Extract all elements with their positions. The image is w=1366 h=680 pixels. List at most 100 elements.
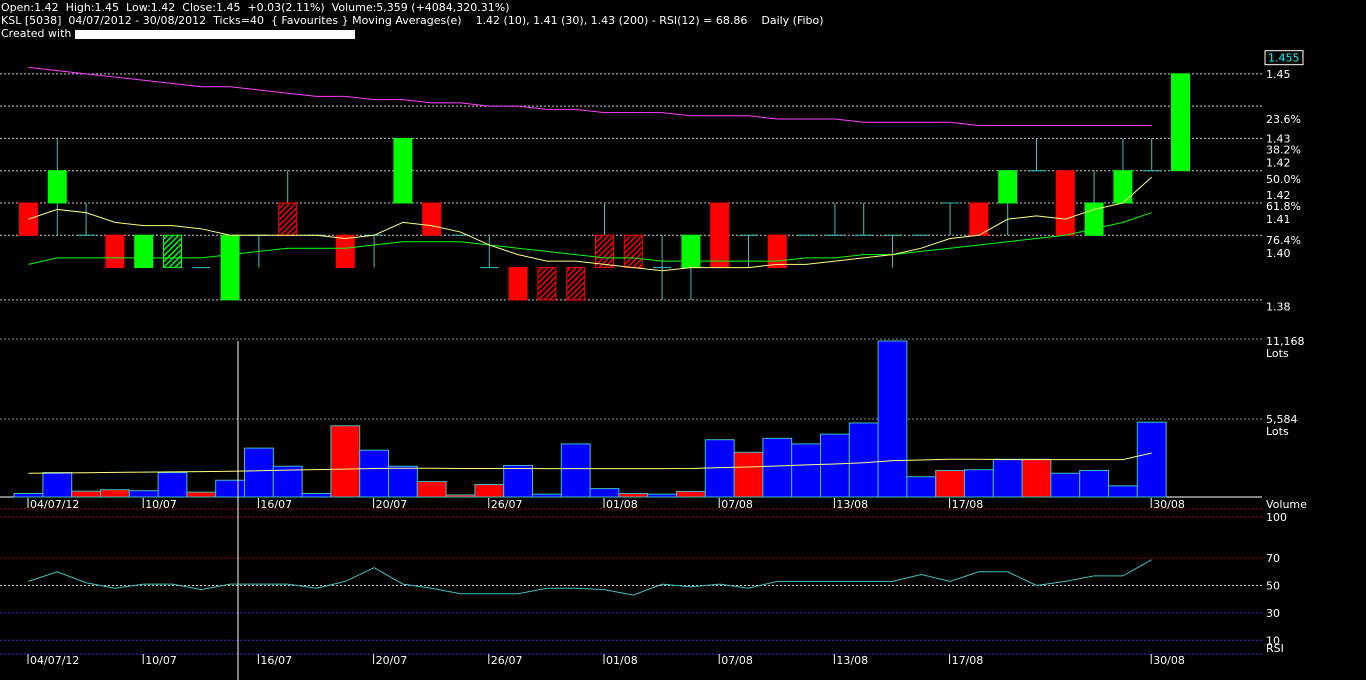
candle-down [422,202,442,236]
volume-bar [128,490,159,498]
volume-bar [820,433,850,498]
price-axis-label: 76.4% [1266,234,1301,247]
price-axis-label: 1.40 [1266,247,1291,260]
volume-bar [244,447,274,498]
date-label: 04/07/12 [30,654,79,667]
date-label: 13/08 [836,654,868,667]
volume-bar [935,469,966,498]
candle-down [278,202,298,236]
volume-bar [13,493,44,498]
volume-bar [157,472,188,498]
candle-down [767,234,787,269]
date-label: 10/07 [145,498,177,511]
volume-bar [42,472,73,498]
candle-up [220,234,240,301]
date-label: 01/08 [606,498,638,511]
date-label: 26/07 [491,498,523,511]
date-label: 07/08 [721,654,753,667]
rsi-line [28,559,1152,596]
price-axis-label: 38.2% [1266,144,1301,157]
current-price-label: 1.455 [1268,52,1300,65]
date-label: 20/07 [376,498,408,511]
candle-down [969,202,989,236]
volume-bar [330,425,361,498]
date-label: 30/08 [1153,498,1185,511]
ma200-line [28,66,1152,126]
date-label: 10/07 [145,654,177,667]
volume-bar [791,443,822,498]
date-label: 16/07 [260,498,292,511]
candle-up [134,234,154,269]
price-axis-label: 61.8% [1266,200,1301,213]
price-axis-label: 1.41 [1266,213,1291,226]
volume-bar [532,493,562,498]
rsi-axis-label: 100 [1266,511,1287,524]
candle-down [537,267,557,301]
price-axis-label: 1.45 [1266,68,1291,81]
candle-down [566,267,586,301]
candle-down [710,202,730,269]
volume-bar [676,490,706,498]
price-axis-label: 1.42 [1266,157,1291,170]
date-label: 20/07 [376,654,408,667]
volume-bar [848,422,879,498]
volume-bar [560,443,591,498]
volume-bar [647,493,678,498]
candle-down [595,234,614,269]
volume-bar [388,465,418,498]
date-label: 26/07 [491,654,523,667]
volume-bar [877,340,908,498]
volume-bar [1021,458,1052,498]
volume-bar [186,491,217,498]
candle-up [681,234,701,269]
date-label: 30/08 [1153,654,1185,667]
candle-down [508,267,528,301]
candle-up [1171,73,1190,172]
volume-bar [215,479,245,498]
candle-up [47,170,67,204]
candle-up [163,234,182,269]
volume-bar [100,489,130,498]
volume-bar [906,476,937,498]
candle-up [998,170,1018,204]
rsi-axis-label: 50 [1266,580,1280,593]
candle-down [105,234,125,269]
date-label: 13/08 [836,498,868,511]
candle-up [393,137,413,204]
volume-bar [1108,485,1138,498]
volume-bar [71,490,101,498]
candle-down [623,234,643,269]
candle-up [1113,170,1133,204]
price-axis-label: 23.6% [1266,113,1301,126]
volume-bar [474,483,505,498]
rsi-axis-label: 70 [1266,552,1280,565]
date-label: 07/08 [721,498,753,511]
date-label: 17/08 [952,498,984,511]
volume-bar [733,451,764,498]
stock-chart[interactable]: 1.4523.6%1.4338.2%1.4250.0%1.4261.8%1.41… [0,0,1366,680]
price-axis-label: 50.0% [1266,173,1301,186]
rsi-axis-label: 30 [1266,607,1280,620]
volume-bar [618,493,649,498]
volume-bar [1050,472,1081,498]
volume-unit-label: Lots [1266,425,1289,438]
volume-bar [359,449,390,498]
volume-bar [272,465,303,498]
volume-bar [1136,421,1167,498]
volume-panel-label: Volume [1266,498,1307,511]
candle-down [1055,170,1075,236]
date-label: 01/08 [606,654,638,667]
volume-bar [416,481,447,498]
volume-bar [445,494,476,498]
candle-down [335,234,355,269]
date-label: 16/07 [260,654,292,667]
date-label: 17/08 [952,654,984,667]
volume-bar [1079,469,1109,498]
volume-bar [503,465,534,498]
volume-bar [992,458,1023,498]
volume-unit-label: Lots [1266,347,1289,360]
rsi-panel-label: RSI [1266,642,1284,655]
price-axis-label: 1.38 [1266,300,1291,313]
volume-bar [762,437,793,498]
volume-bar [964,469,994,498]
